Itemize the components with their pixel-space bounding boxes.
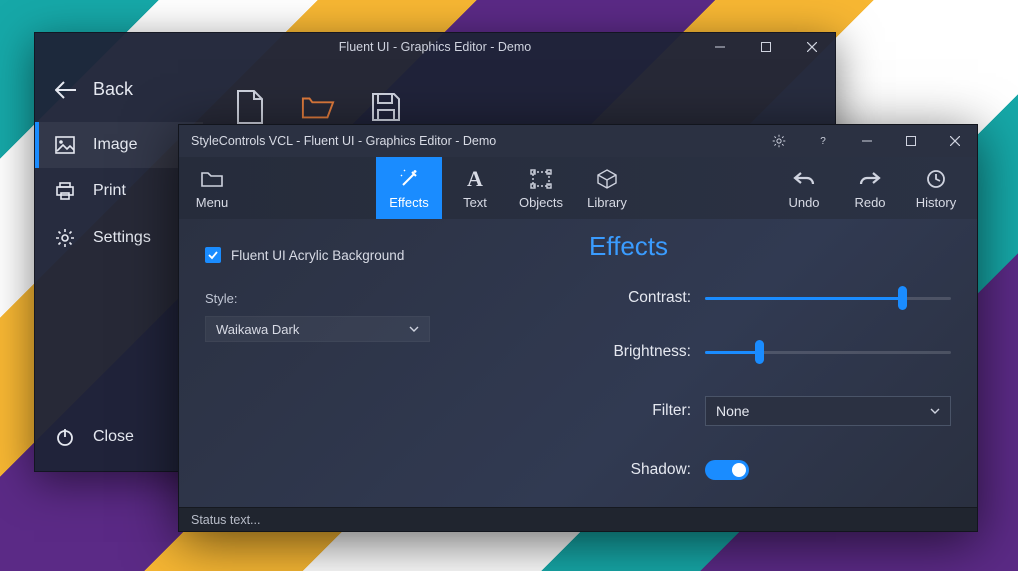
- acrylic-label: Fluent UI Acrylic Background: [231, 248, 404, 263]
- power-icon: [55, 427, 75, 447]
- brightness-label: Brightness:: [589, 343, 705, 361]
- image-icon: [55, 136, 75, 154]
- close-button[interactable]: [933, 125, 977, 157]
- ribbon-label: Library: [587, 195, 627, 210]
- contrast-label: Contrast:: [589, 289, 705, 307]
- open-file-button[interactable]: [301, 87, 335, 127]
- contrast-fill: [705, 297, 902, 300]
- wand-icon: [398, 168, 420, 190]
- style-value: Waikawa Dark: [216, 322, 299, 337]
- status-bar: Status text...: [179, 507, 977, 531]
- back-label: Back: [93, 79, 133, 100]
- minimize-button[interactable]: [697, 33, 743, 61]
- gear-icon: [55, 228, 75, 248]
- ribbon-menu-button[interactable]: Menu: [179, 157, 245, 219]
- maximize-button[interactable]: [743, 33, 789, 61]
- contrast-thumb[interactable]: [898, 286, 907, 310]
- ribbon-tab-library[interactable]: Library: [574, 157, 640, 219]
- left-panel: Fluent UI Acrylic Background Style: Waik…: [179, 219, 579, 507]
- minimize-button[interactable]: [845, 125, 889, 157]
- save-file-button[interactable]: [369, 87, 403, 127]
- brightness-thumb[interactable]: [755, 340, 764, 364]
- history-button[interactable]: History: [903, 157, 969, 219]
- window1-title: Fluent UI - Graphics Editor - Demo: [339, 40, 531, 54]
- ribbon-tab-effects[interactable]: Effects: [376, 157, 442, 219]
- redo-button[interactable]: Redo: [837, 157, 903, 219]
- style-label: Style:: [205, 291, 553, 306]
- back-button[interactable]: Back: [35, 67, 203, 122]
- sidebar-item-label: Close: [93, 428, 134, 446]
- check-icon: [208, 250, 218, 260]
- brightness-fill: [705, 351, 759, 354]
- window2-titlebar[interactable]: StyleControls VCL - Fluent UI - Graphics…: [179, 125, 977, 157]
- ribbon-label: Effects: [389, 195, 429, 210]
- shadow-toggle[interactable]: [705, 460, 749, 480]
- window2-title: StyleControls VCL - Fluent UI - Graphics…: [191, 134, 496, 148]
- ribbon-label: History: [916, 195, 956, 210]
- effects-title: Effects: [589, 231, 951, 262]
- effects-panel: Effects Contrast: Brightness: Filter: [579, 219, 977, 507]
- ribbon-tab-text[interactable]: A Text: [442, 157, 508, 219]
- objects-icon: [530, 169, 552, 189]
- ribbon: Menu Effects A Text Objects Library: [179, 157, 977, 219]
- filter-select[interactable]: None: [705, 396, 951, 426]
- gear-icon: [772, 134, 786, 148]
- sidebar-item-label: Image: [93, 136, 137, 154]
- cube-icon: [596, 168, 618, 190]
- acrylic-checkbox[interactable]: [205, 247, 221, 263]
- ribbon-label: Menu: [196, 195, 229, 210]
- chevron-down-icon: [930, 408, 940, 414]
- chevron-down-icon: [409, 326, 419, 332]
- arrow-left-icon: [55, 81, 77, 99]
- settings-gear-button[interactable]: [757, 125, 801, 157]
- help-button[interactable]: ?: [801, 125, 845, 157]
- undo-icon: [793, 170, 815, 188]
- status-text: Status text...: [191, 513, 260, 527]
- ribbon-label: Undo: [788, 195, 819, 210]
- shadow-label: Shadow:: [589, 461, 705, 479]
- filter-value: None: [716, 403, 749, 419]
- text-icon: A: [467, 166, 483, 192]
- toggle-knob: [732, 463, 746, 477]
- new-file-button[interactable]: [233, 87, 267, 127]
- clock-icon: [926, 169, 946, 189]
- filter-label: Filter:: [589, 402, 705, 420]
- sidebar-item-label: Print: [93, 182, 126, 200]
- brightness-slider[interactable]: [705, 342, 951, 362]
- ribbon-label: Objects: [519, 195, 563, 210]
- ribbon-tab-objects[interactable]: Objects: [508, 157, 574, 219]
- undo-button[interactable]: Undo: [771, 157, 837, 219]
- close-button[interactable]: [789, 33, 835, 61]
- print-icon: [55, 182, 75, 200]
- help-glyph: ?: [820, 136, 826, 147]
- window-stylecontrols: StyleControls VCL - Fluent UI - Graphics…: [178, 124, 978, 532]
- maximize-button[interactable]: [889, 125, 933, 157]
- style-combobox[interactable]: Waikawa Dark: [205, 316, 430, 342]
- sidebar-item-label: Settings: [93, 229, 151, 247]
- redo-icon: [859, 170, 881, 188]
- folder-icon: [200, 169, 224, 189]
- window1-titlebar[interactable]: Fluent UI - Graphics Editor - Demo: [35, 33, 835, 61]
- ribbon-label: Redo: [854, 195, 885, 210]
- contrast-slider[interactable]: [705, 288, 951, 308]
- ribbon-label: Text: [463, 195, 487, 210]
